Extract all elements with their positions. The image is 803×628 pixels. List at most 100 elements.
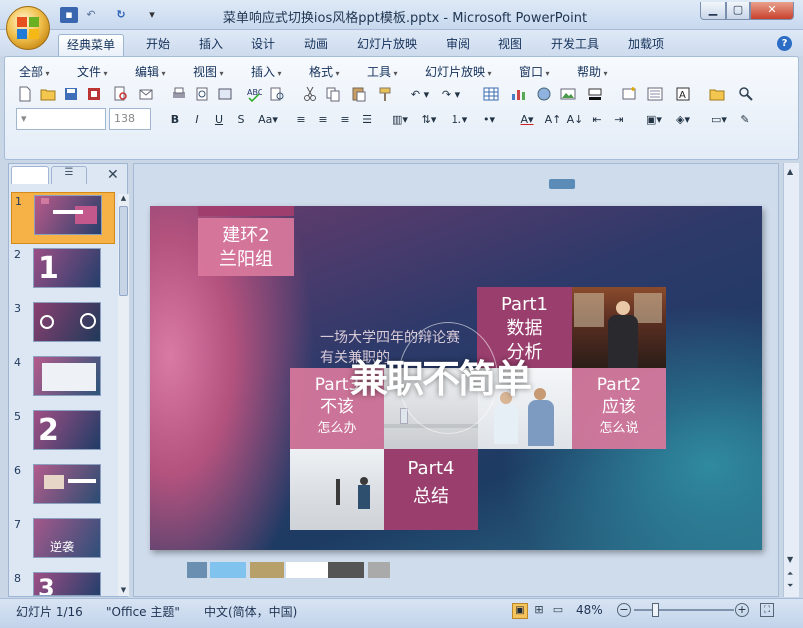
menu-file[interactable]: 文件	[77, 63, 108, 80]
slide-layout-icon[interactable]	[642, 84, 668, 104]
maximize-button[interactable]: ▢	[726, 2, 750, 20]
open-icon[interactable]	[38, 84, 58, 104]
zoom-level[interactable]: 48%	[576, 603, 603, 617]
slide-sorter-icon[interactable]: ⊞	[531, 603, 547, 619]
tab-outline[interactable]: ☰	[51, 166, 87, 184]
italic-icon[interactable]: I	[187, 109, 207, 129]
minimize-button[interactable]: ▁	[700, 2, 726, 20]
tab-slides[interactable]	[11, 166, 49, 184]
tab-classic-menu[interactable]: 经典菜单	[58, 34, 125, 56]
slide-thumbnail-1[interactable]: 1	[11, 192, 115, 244]
redo-toolbar-icon[interactable]: ↷ ▾	[437, 84, 465, 104]
numbering-icon[interactable]: ⒈▾	[445, 109, 473, 129]
scroll-up-icon[interactable]: ▲	[119, 194, 128, 204]
menu-insert[interactable]: 插入	[251, 63, 282, 80]
columns-icon[interactable]: ▥▾	[387, 109, 413, 129]
underline-icon[interactable]: U	[209, 109, 229, 129]
quick-styles-icon[interactable]: ◈▾	[669, 109, 697, 129]
menu-window[interactable]: 窗口	[519, 63, 550, 80]
scroll-thumb[interactable]	[119, 206, 128, 296]
preview-icon[interactable]	[192, 84, 212, 104]
redo-icon[interactable]: ↻	[112, 7, 130, 23]
shrink-font-icon[interactable]: A↓	[565, 109, 585, 129]
slide-thumbnail-2[interactable]: 2 1	[11, 246, 115, 298]
font-size-field[interactable]: 138	[109, 108, 151, 130]
decrease-indent-icon[interactable]: ⇤	[587, 109, 607, 129]
close-button[interactable]: ✕	[750, 2, 794, 20]
customize-quick-access-icon[interactable]: ▾	[143, 7, 161, 23]
shape-effects-icon[interactable]: ✎	[735, 109, 755, 129]
menu-all[interactable]: 全部	[19, 63, 50, 80]
tab-addins[interactable]: 加载项	[620, 34, 672, 56]
menu-slideshow[interactable]: 幻灯片放映	[425, 63, 492, 80]
zoom-slider-track[interactable]	[634, 609, 734, 611]
previous-slide-icon[interactable]: ⏶	[787, 569, 793, 579]
new-slide-icon[interactable]	[619, 84, 639, 104]
tab-design[interactable]: 设计	[243, 34, 283, 56]
slide-thumbnail-6[interactable]: 6	[11, 462, 115, 514]
bullets-icon[interactable]: •▾	[475, 109, 503, 129]
find-icon[interactable]	[733, 84, 759, 104]
menu-format[interactable]: 格式	[309, 63, 340, 80]
save-file-icon[interactable]	[61, 84, 81, 104]
slide-handle[interactable]	[549, 179, 575, 189]
clipart-icon[interactable]	[534, 84, 554, 104]
insert-chart-icon[interactable]	[505, 84, 531, 104]
slide-thumbnail-3[interactable]: 3	[11, 300, 115, 352]
print-preview-icon[interactable]	[107, 84, 133, 104]
print-icon[interactable]	[169, 84, 189, 104]
slide-thumbnail-5[interactable]: 5 2	[11, 408, 115, 460]
undo-icon[interactable]: ↶	[82, 7, 100, 23]
grow-font-icon[interactable]: A↑	[543, 109, 563, 129]
office-button[interactable]	[6, 6, 50, 50]
tab-slideshow[interactable]: 幻灯片放映	[349, 34, 425, 56]
tab-home[interactable]: 开始	[138, 34, 178, 56]
slide-canvas[interactable]: 建环2 兰阳组 一场大学四年的辩论赛 有关兼职的 Part1 数据 分析 Par…	[150, 206, 762, 550]
editor-vertical-scrollbar[interactable]: ▲ ▼ ⏶ ⏷	[783, 163, 799, 597]
menu-edit[interactable]: 编辑	[135, 63, 166, 80]
zoom-in-icon[interactable]: +	[735, 603, 749, 617]
font-color-icon[interactable]: A▾	[513, 109, 541, 129]
change-case-icon[interactable]: Aa▾	[253, 109, 283, 129]
tab-developer[interactable]: 开发工具	[543, 34, 607, 56]
cut-icon[interactable]	[300, 84, 320, 104]
scroll-up-icon[interactable]: ▲	[787, 167, 793, 176]
insert-picture-icon[interactable]	[557, 84, 579, 104]
undo-toolbar-icon[interactable]: ↶ ▾	[406, 84, 434, 104]
text-direction-icon[interactable]: ⇅▾	[415, 109, 443, 129]
shape-outline-icon[interactable]: ▭▾	[705, 109, 733, 129]
thumbnail-scrollbar[interactable]: ▲ ▼	[118, 194, 129, 596]
save-icon[interactable]: ▪	[60, 7, 78, 23]
email-icon[interactable]	[136, 84, 156, 104]
permission-icon[interactable]	[84, 84, 104, 104]
copy-icon[interactable]	[323, 84, 343, 104]
slideshow-view-icon[interactable]: ▭	[550, 603, 566, 619]
research-icon[interactable]	[267, 84, 287, 104]
open-folder-icon[interactable]	[704, 84, 730, 104]
layout-icon[interactable]	[215, 84, 235, 104]
bold-icon[interactable]: B	[165, 109, 185, 129]
tab-view[interactable]: 视图	[490, 34, 530, 56]
slide-thumbnail-7[interactable]: 7 逆袭	[11, 516, 115, 568]
align-center-icon[interactable]: ≡	[313, 109, 333, 129]
align-right-icon[interactable]: ≡	[335, 109, 355, 129]
font-name-field[interactable]: ▾	[16, 108, 106, 130]
zoom-slider-thumb[interactable]	[652, 603, 659, 617]
menu-help[interactable]: 帮助	[577, 63, 608, 80]
align-left-icon[interactable]: ≡	[291, 109, 311, 129]
tab-animation[interactable]: 动画	[296, 34, 336, 56]
shape-fill-icon[interactable]	[582, 84, 608, 104]
next-slide-icon[interactable]: ⏷	[787, 581, 793, 591]
format-painter-icon[interactable]	[375, 84, 395, 104]
justify-icon[interactable]: ☰	[357, 109, 377, 129]
increase-indent-icon[interactable]: ⇥	[609, 109, 629, 129]
text-box-icon[interactable]: A	[671, 84, 695, 104]
scroll-down-icon[interactable]: ▼	[787, 555, 793, 564]
shadow-icon[interactable]: S	[231, 109, 251, 129]
language-status[interactable]: 中文(简体，中国)	[204, 603, 297, 620]
arrange-icon[interactable]: ▣▾	[641, 109, 667, 129]
zoom-out-icon[interactable]: −	[617, 603, 631, 617]
menu-view[interactable]: 视图	[193, 63, 224, 80]
help-icon[interactable]: ?	[777, 36, 792, 51]
spelling-icon[interactable]: ABC	[244, 84, 264, 104]
